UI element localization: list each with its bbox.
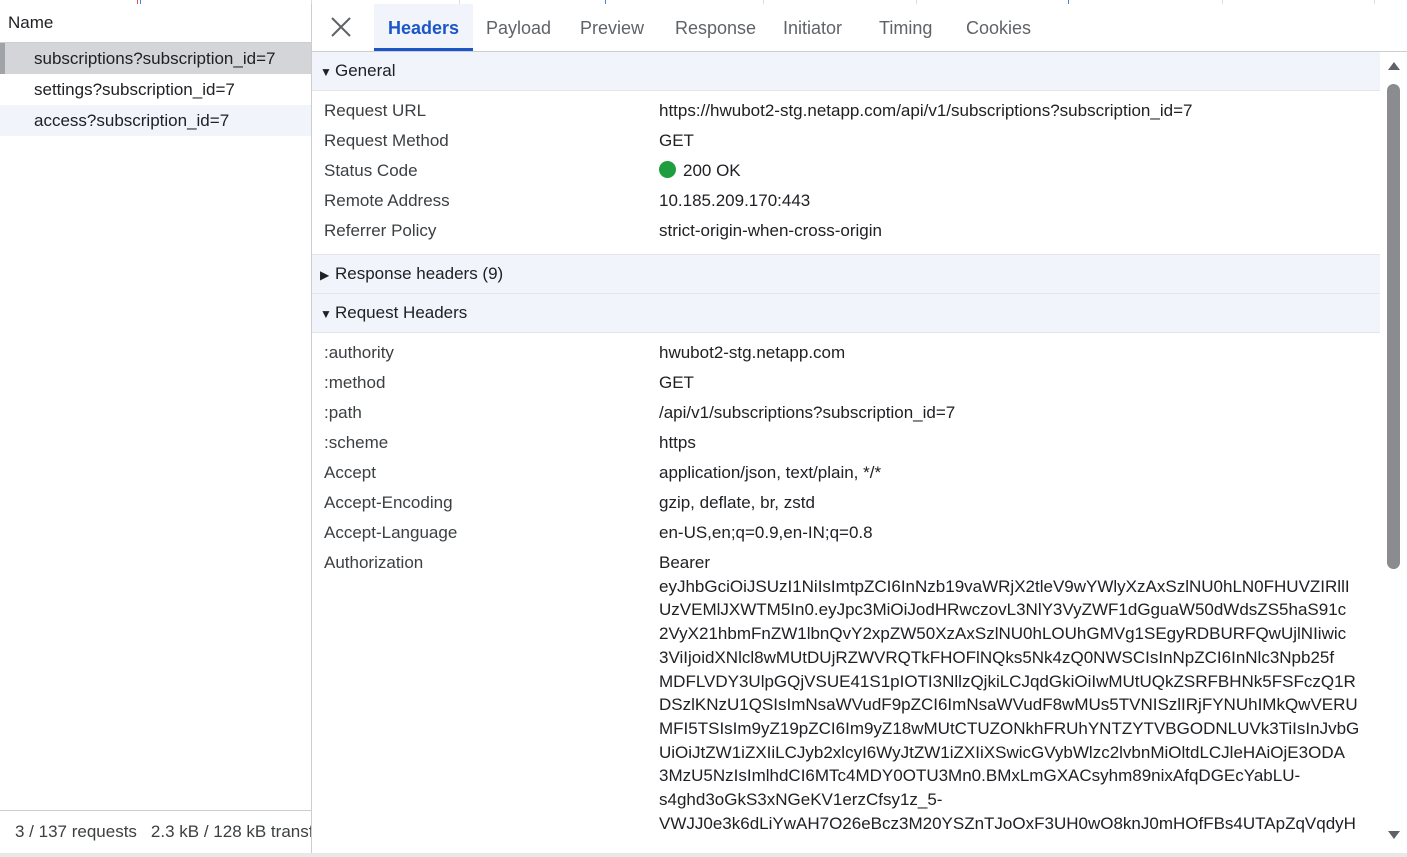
response-headers-title: Response headers (9) xyxy=(335,264,504,283)
status-ok-icon xyxy=(659,161,676,178)
request-header-row: Accept application/json, text/plain, */* xyxy=(312,458,1380,488)
auth-line: MDFLVDY3UlpGQjVSUE41S1pIOTI3NllzQjkiLCJq… xyxy=(659,671,1356,691)
auth-line: UzVEMlJXWTM5In0.eyJpc3MiOiJodHRwczovL3Nl… xyxy=(659,600,1347,620)
request-header-row: Accept-Encoding gzip, deflate, br, zstd xyxy=(312,488,1380,518)
header-key: Request URL xyxy=(324,101,427,120)
auth-line: Bearer xyxy=(659,553,711,572)
transfer-size: 2.3 kB / 128 kB transferred xyxy=(150,822,311,841)
request-headers-section-header[interactable]: ▼ Request Headers xyxy=(312,294,1380,333)
general-row: Request Method GET xyxy=(312,126,1380,156)
header-value: strict-origin-when-cross-origin xyxy=(659,221,882,240)
tab-preview[interactable]: Preview xyxy=(580,4,644,51)
authorization-value: Bearer eyJhbGciOiJSUzI1NiIsImtpZCI6InNzb… xyxy=(659,548,1364,835)
header-value: GET xyxy=(659,373,694,392)
auth-line: MFI5TSIsIm9yZ19pZCI6Im9yZ18wMUtCTUZONkhF… xyxy=(659,718,1360,738)
request-header-row: :authority hwubot2-stg.netapp.com xyxy=(312,338,1380,368)
scrollbar-thumb[interactable] xyxy=(1387,84,1400,569)
request-details-pane: Headers Payload Preview Response Initiat… xyxy=(312,4,1407,853)
general-row: Request URL https://hwubot2-stg.netapp.c… xyxy=(312,96,1380,126)
request-headers-body: :authority hwubot2-stg.netapp.com :metho… xyxy=(312,333,1380,843)
triangle-right-icon: ▶ xyxy=(320,268,330,282)
general-row: Referrer Policy strict-origin-when-cross… xyxy=(312,216,1380,246)
tab-payload[interactable]: Payload xyxy=(486,4,551,51)
auth-line: DSzlKNzU1QSIsImNsaWVudF9pZCI6ImNsaWVudF8… xyxy=(659,695,1358,715)
headers-content: ▼ General Request URL https://hwubot2-stg… xyxy=(312,52,1380,853)
details-tab-bar: Headers Payload Preview Response Initiat… xyxy=(312,4,1407,52)
header-key: :method xyxy=(324,373,386,392)
header-value: 10.185.209.170:443 xyxy=(659,191,811,210)
header-value: https://hwubot2-stg.netapp.com/api/v1/su… xyxy=(659,101,1193,120)
request-row-settings[interactable]: settings?subscription_id=7 xyxy=(0,74,311,105)
request-header-row: :scheme https xyxy=(312,428,1380,458)
header-key: Accept xyxy=(324,463,376,482)
request-row-access[interactable]: access?subscription_id=7 xyxy=(0,105,311,136)
triangle-down-icon: ▼ xyxy=(320,65,332,79)
auth-line: s4ghd3oGkS3xNGeKV1erzCfsy1z_5- xyxy=(659,790,943,810)
header-key: Status Code xyxy=(324,161,418,180)
header-value: https xyxy=(659,433,696,452)
request-header-row: :path /api/v1/subscriptions?subscription… xyxy=(312,398,1380,428)
header-key: :authority xyxy=(324,343,394,362)
header-key: Accept-Encoding xyxy=(324,493,453,512)
header-key: Accept-Language xyxy=(324,523,458,542)
tab-response[interactable]: Response xyxy=(675,4,756,51)
response-headers-section-header[interactable]: ▶ Response headers (9) xyxy=(312,255,1380,294)
name-column-header[interactable]: Name xyxy=(0,4,311,43)
tab-cookies[interactable]: Cookies xyxy=(966,4,1031,51)
request-count: 3 / 137 requests xyxy=(15,822,137,841)
scroll-up-arrow-icon[interactable] xyxy=(1388,62,1400,70)
header-value: en-US,en;q=0.9,en-IN;q=0.8 xyxy=(659,523,873,542)
request-header-row: Accept-Language en-US,en;q=0.9,en-IN;q=0… xyxy=(312,518,1380,548)
tab-headers-label: Headers xyxy=(388,18,460,38)
scroll-down-arrow-icon[interactable] xyxy=(1388,831,1400,839)
request-list-pane: Name subscriptions?subscription_id=7 set… xyxy=(0,4,312,853)
vertical-scrollbar[interactable] xyxy=(1381,56,1407,853)
header-value: hwubot2-stg.netapp.com xyxy=(659,343,846,362)
general-section-header[interactable]: ▼ General xyxy=(312,52,1380,91)
tab-headers[interactable]: Headers xyxy=(374,4,474,51)
header-value: GET xyxy=(659,131,694,150)
status-code-value: 200 OK xyxy=(659,156,1364,186)
header-value: application/json, text/plain, */* xyxy=(659,463,882,482)
tab-timing[interactable]: Timing xyxy=(879,4,932,51)
status-code-text: 200 OK xyxy=(683,161,741,180)
request-header-row: Authorization Bearer eyJhbGciOiJSUzI1NiI… xyxy=(312,548,1380,835)
request-headers-title: Request Headers xyxy=(335,303,468,322)
auth-line: VWJJ0e3k6dLiYwAH7O26eBcz3M20YSZnTJoOxF3U… xyxy=(659,813,1356,833)
network-status-bar: 3 / 137 requests 2.3 kB / 128 kB transfer… xyxy=(0,810,311,853)
auth-line: 3ViIjoidXNlcl8wMUtDUjRZWVRQTkFHOFlNQks5N… xyxy=(659,647,1335,667)
general-section-body: Request URL https://hwubot2-stg.netapp.c… xyxy=(312,91,1380,255)
auth-line: 3MzU5NzIsImlhdCI6MTc4MDY0OTU3Mn0.BMxLmGX… xyxy=(659,766,1301,786)
general-section-title: General xyxy=(335,61,396,80)
header-key: Remote Address xyxy=(324,191,450,210)
general-row: Status Code 200 OK xyxy=(312,156,1380,186)
request-row-subscriptions[interactable]: subscriptions?subscription_id=7 xyxy=(0,43,311,74)
general-row: Remote Address 10.185.209.170:443 xyxy=(312,186,1380,216)
triangle-down-icon: ▼ xyxy=(320,307,332,321)
auth-line: 2VyX21hbmFnZW1lbnQvY2xpZW50XzAxSzlNU0hLO… xyxy=(659,624,1347,644)
header-value: gzip, deflate, br, zstd xyxy=(659,493,815,512)
request-header-row: :method GET xyxy=(312,368,1380,398)
header-key: Request Method xyxy=(324,131,449,150)
header-key: :path xyxy=(324,403,362,422)
header-key: :scheme xyxy=(324,433,389,452)
header-key: Authorization xyxy=(324,553,424,572)
auth-line: eyJhbGciOiJSUzI1NiIsImtpZCI6InNzb19vaWRj… xyxy=(659,576,1350,596)
header-value: /api/v1/subscriptions?subscription_id=7 xyxy=(659,403,956,422)
bottom-edge xyxy=(0,853,1407,857)
auth-line: UiOiJtZW1iZXIiLCJyb2xlcyI6WyJtZW1iZXIiXS… xyxy=(659,742,1345,762)
header-key: Referrer Policy xyxy=(324,221,437,240)
tab-initiator[interactable]: Initiator xyxy=(783,4,842,51)
close-icon[interactable] xyxy=(330,16,352,38)
